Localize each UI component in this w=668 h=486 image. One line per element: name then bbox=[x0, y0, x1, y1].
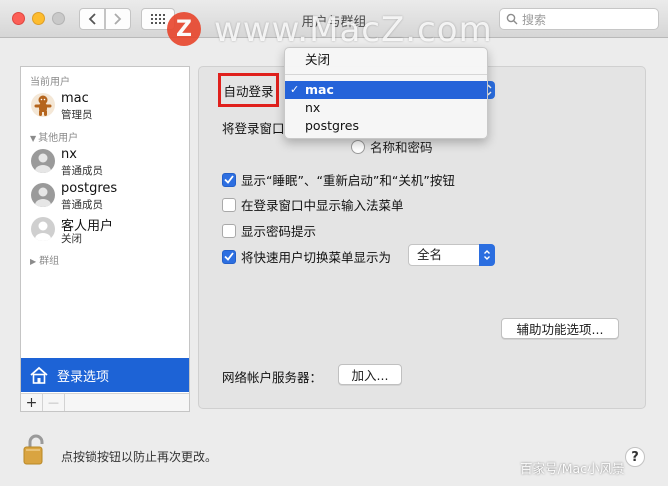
user-row-postgres[interactable]: postgres 普通成员 bbox=[31, 181, 181, 213]
user-name: postgres bbox=[61, 181, 118, 196]
checkbox[interactable] bbox=[222, 249, 236, 264]
fast-switch-format-select[interactable]: 全名 bbox=[408, 244, 495, 266]
menu-item-mac[interactable]: ✓ mac bbox=[285, 81, 487, 99]
checkbox[interactable] bbox=[222, 172, 236, 187]
lock-hint-text: 点按锁按钮以防止再次更改。 bbox=[61, 450, 218, 464]
user-silhouette-icon bbox=[31, 149, 55, 173]
sidebar-toolbar: + — bbox=[21, 393, 189, 411]
user-silhouette-icon bbox=[31, 183, 55, 207]
watermark-logo-letter: Z bbox=[176, 16, 192, 42]
gingerbread-avatar-icon bbox=[31, 93, 55, 117]
user-name: nx bbox=[61, 147, 77, 162]
checkbox-label: 将快速用户切换菜单显示为 bbox=[241, 250, 392, 265]
search-field[interactable]: 搜索 bbox=[499, 8, 659, 30]
disclosure-down-icon[interactable]: ▼ bbox=[30, 134, 36, 143]
checkbox-label: 显示“睡眠”、“重新启动”和“关机”按钮 bbox=[241, 173, 455, 188]
checkmark-icon: ✓ bbox=[290, 83, 300, 96]
login-options-label: 登录选项 bbox=[57, 369, 110, 385]
radio-name-password[interactable]: 名称和密码 bbox=[351, 137, 433, 156]
checkbox-label: 在登录窗口中显示输入法菜单 bbox=[241, 198, 404, 213]
user-role: 管理员 bbox=[61, 109, 93, 121]
auto-login-menu: 关闭 ✓ mac nx postgres bbox=[284, 47, 488, 139]
radio-circle[interactable] bbox=[351, 139, 365, 154]
menu-item-label: mac bbox=[305, 82, 334, 97]
join-button[interactable]: 加入... bbox=[338, 364, 402, 385]
current-users-header: 当前用户 bbox=[30, 77, 70, 88]
house-icon bbox=[30, 366, 48, 384]
lock-button[interactable] bbox=[22, 434, 48, 469]
other-users-header-label: 其他用户 bbox=[38, 133, 79, 144]
user-role: 普通成员 bbox=[61, 165, 103, 177]
help-button[interactable]: ? bbox=[625, 447, 645, 467]
user-row-guest[interactable]: 客人用户 关闭 bbox=[31, 215, 181, 247]
network-server-label: 网络帐户服务器： bbox=[222, 370, 323, 385]
search-icon bbox=[506, 13, 518, 25]
disclosure-right-icon[interactable]: ▶ bbox=[30, 257, 36, 266]
updown-chevron-icon bbox=[479, 244, 495, 266]
user-name: mac bbox=[61, 91, 89, 106]
lock-open-icon bbox=[23, 434, 44, 465]
other-users-header: ▼ 其他用户 bbox=[30, 129, 78, 144]
menu-item-postgres[interactable]: postgres bbox=[285, 117, 487, 135]
user-row-nx[interactable]: nx 普通成员 bbox=[31, 147, 181, 179]
checkbox-label: 显示密码提示 bbox=[241, 224, 317, 239]
source-watermark: 百家号/Mac小风景 bbox=[520, 461, 625, 476]
watermark-text: www.MacZ.com bbox=[214, 10, 493, 50]
add-user-button[interactable]: + bbox=[21, 394, 43, 411]
auto-login-label: 自动登录 bbox=[218, 73, 279, 107]
user-role: 普通成员 bbox=[61, 199, 103, 211]
users-sidebar: 当前用户 mac 管理员 ▼ 其他用户 nx 普通成员 postgres 普通成… bbox=[20, 66, 190, 412]
watermark-logo: Z bbox=[167, 12, 201, 46]
menu-item-nx[interactable]: nx bbox=[285, 99, 487, 117]
checkmark-icon bbox=[224, 252, 234, 261]
checkbox-show-sleep-restart[interactable]: 显示“睡眠”、“重新启动”和“关机”按钮 bbox=[222, 170, 455, 189]
accessibility-options-button[interactable]: 辅助功能选项... bbox=[501, 318, 619, 339]
checkbox-password-hints[interactable]: 显示密码提示 bbox=[222, 221, 316, 240]
select-value: 全名 bbox=[417, 247, 443, 262]
checkbox[interactable] bbox=[222, 223, 236, 238]
remove-user-button[interactable]: — bbox=[43, 394, 65, 411]
groups-header[interactable]: ▶ 群组 bbox=[30, 252, 59, 267]
show-login-window-label: 将登录窗口 bbox=[222, 121, 285, 136]
checkbox-input-menu[interactable]: 在登录窗口中显示输入法菜单 bbox=[222, 195, 404, 214]
login-options-item[interactable]: 登录选项 bbox=[21, 358, 189, 392]
checkmark-icon bbox=[224, 175, 234, 184]
menu-item-off[interactable]: 关闭 bbox=[285, 51, 487, 69]
groups-header-label: 群组 bbox=[39, 256, 60, 267]
radio-label: 名称和密码 bbox=[370, 140, 433, 155]
checkbox-fast-user-switching[interactable]: 将快速用户切换菜单显示为 bbox=[222, 247, 391, 266]
user-row-mac[interactable]: mac 管理员 bbox=[31, 91, 181, 123]
menu-separator bbox=[285, 74, 487, 75]
checkbox[interactable] bbox=[222, 197, 236, 212]
search-placeholder: 搜索 bbox=[522, 12, 547, 27]
user-role: 关闭 bbox=[61, 233, 82, 245]
guest-user-icon bbox=[31, 217, 55, 241]
